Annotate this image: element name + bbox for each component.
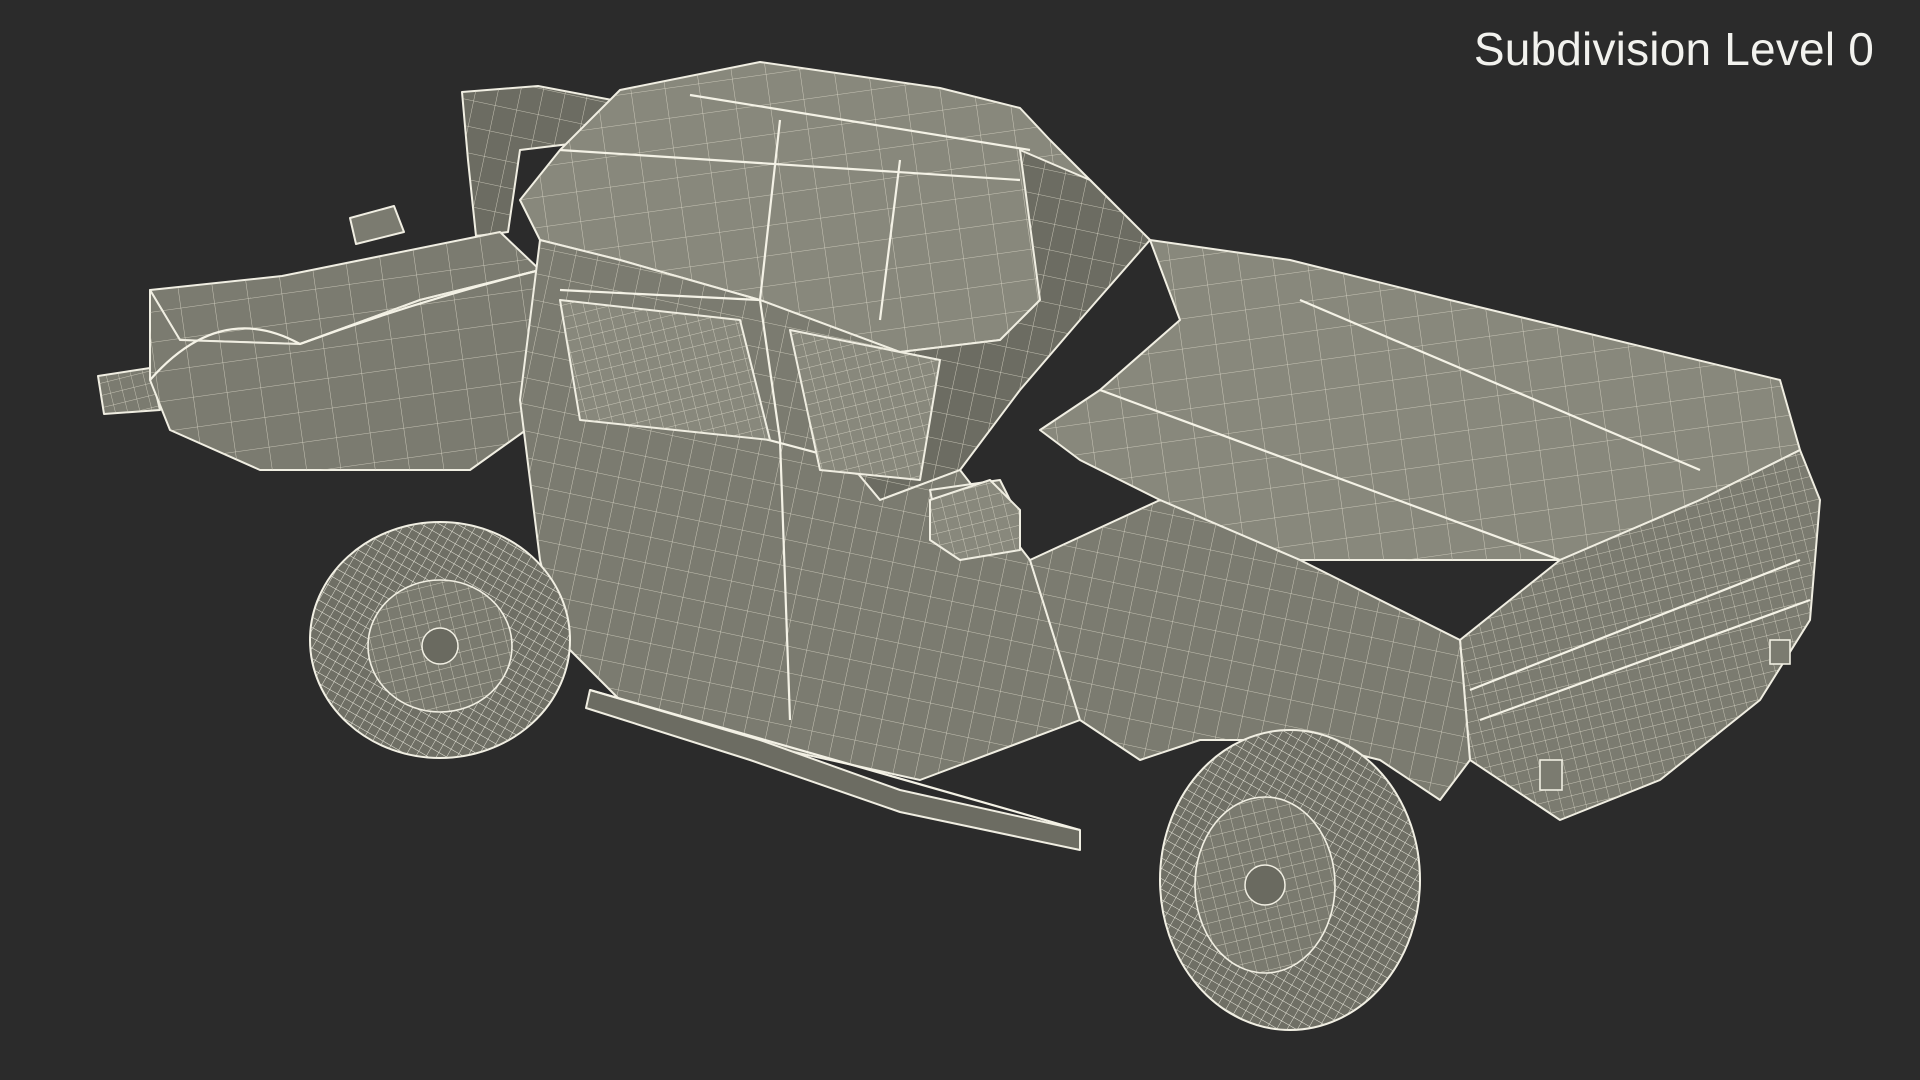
truck-front-wheel: [1159, 729, 1421, 1031]
render-viewport: Subdivision Level 0: [0, 0, 1920, 1080]
subdivision-level-label: Subdivision Level 0: [1473, 23, 1874, 75]
wireframe-truck-model: [97, 61, 1821, 1031]
truck-rear-wheel: [309, 521, 571, 759]
